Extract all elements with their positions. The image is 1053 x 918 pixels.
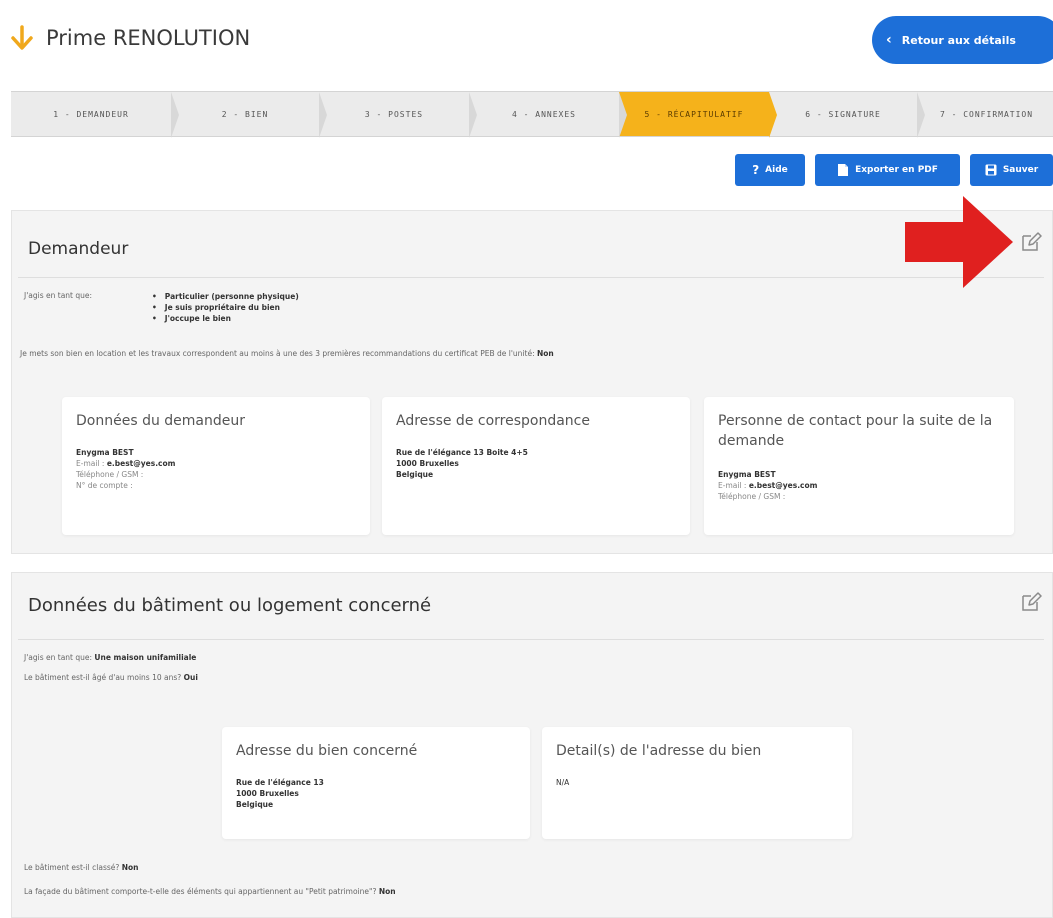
- back-to-details-button[interactable]: ‹ Retour aux détails: [872, 16, 1053, 64]
- card-title: Adresse de correspondance: [396, 413, 590, 429]
- rental-answer: Non: [536, 349, 554, 358]
- address-line: Rue de l'élégance 13 Boite 4+5: [396, 448, 528, 457]
- correspondence-card: Adresse de correspondance Rue de l'éléga…: [382, 397, 690, 535]
- card-title: Personne de contact pour la suite de la …: [718, 413, 993, 449]
- address-line: 1000 Bruxelles: [236, 789, 299, 798]
- acting-as-label: J'agis en tant que:: [24, 291, 93, 300]
- address-line: Belgique: [236, 800, 274, 809]
- demandeur-panel: Demandeur J'agis en tant que: Particulie…: [11, 210, 1053, 554]
- applicant-name: Enygma BEST: [76, 448, 134, 457]
- step-label: 4 - ANNEXES: [512, 109, 576, 119]
- step-label: 5 - RÉCAPITULATIF: [644, 109, 744, 119]
- contact-card: Personne de contact pour la suite de la …: [704, 397, 1014, 535]
- acting-as-label: J'agis en tant que:: [24, 653, 93, 662]
- red-arrow-icon: [905, 196, 1013, 288]
- page-header: Prime RENOLUTION ‹ Retour aux détails: [0, 0, 1053, 80]
- details-value: N/A: [556, 778, 570, 787]
- step-signature[interactable]: 6 - SIGNATURE: [769, 92, 925, 138]
- heritage-row: La façade du bâtiment comporte-t-elle de…: [24, 887, 396, 896]
- step-label: 1 - DEMANDEUR: [53, 109, 129, 119]
- question-icon: ?: [752, 163, 760, 177]
- divider: [18, 639, 1044, 640]
- address-line: Belgique: [396, 470, 434, 479]
- card-body: Enygma BEST E-mail : e.best@yes.com Télé…: [76, 447, 175, 491]
- address-line: 1000 Bruxelles: [396, 459, 459, 468]
- applicant-card: Données du demandeur Enygma BEST E-mail …: [62, 397, 370, 535]
- step-label: 7 - CONFIRMATION: [939, 109, 1034, 119]
- age-row: Le bâtiment est-il âgé d'au moins 10 ans…: [24, 673, 198, 682]
- step-annexes[interactable]: 4 - ANNEXES: [469, 92, 627, 138]
- chevron-left-icon: ‹: [886, 32, 892, 48]
- account-label: N° de compte :: [76, 481, 133, 490]
- address-details-card: Detail(s) de l'adresse du bien N/A: [542, 727, 852, 839]
- email-label: E-mail :: [76, 459, 105, 468]
- help-button[interactable]: ? Aide: [735, 154, 805, 186]
- back-button-label: Retour aux détails: [901, 33, 1016, 47]
- step-demandeur[interactable]: 1 - DEMANDEUR: [11, 92, 179, 138]
- save-label: Sauver: [1002, 165, 1039, 175]
- page-title: Prime RENOLUTION: [46, 26, 251, 50]
- phone-label: Téléphone / GSM :: [76, 470, 144, 479]
- contact-name: Enygma BEST: [718, 470, 776, 479]
- card-title: Adresse du bien concerné: [236, 743, 418, 759]
- classified-row: Le bâtiment est-il classé? Non: [24, 863, 139, 872]
- acting-as-list: Particulier (personne physique) Je suis …: [152, 291, 299, 324]
- email-value: e.best@yes.com: [106, 459, 176, 468]
- email-label: E-mail :: [718, 481, 747, 490]
- wizard-stepper: 1 - DEMANDEUR 2 - BIEN 3 - POSTES 4 - AN…: [11, 91, 1053, 138]
- card-body: Rue de l'élégance 13 1000 Bruxelles Belg…: [236, 777, 324, 810]
- card-title: Données du demandeur: [76, 413, 245, 429]
- edit-icon[interactable]: [1020, 231, 1042, 253]
- heritage-question: La façade du bâtiment comporte-t-elle de…: [24, 887, 377, 896]
- arrow-down-icon: [11, 25, 33, 50]
- step-confirmation[interactable]: 7 - CONFIRMATION: [917, 92, 1053, 136]
- export-pdf-label: Exporter en PDF: [855, 165, 938, 175]
- acting-as-value: Une maison unifamiliale: [94, 653, 197, 662]
- card-body: Enygma BEST E-mail : e.best@yes.com Télé…: [718, 469, 817, 502]
- batiment-panel: Données du bâtiment ou logement concerné…: [11, 572, 1053, 918]
- heritage-answer: Non: [378, 887, 396, 896]
- acting-as-row: J'agis en tant que: Une maison unifamili…: [24, 653, 196, 662]
- batiment-title: Données du bâtiment ou logement concerné: [28, 595, 432, 616]
- demandeur-title: Demandeur: [28, 239, 129, 259]
- step-bien[interactable]: 2 - BIEN: [171, 92, 327, 138]
- step-postes[interactable]: 3 - POSTES: [319, 92, 477, 138]
- property-address-card: Adresse du bien concerné Rue de l'élégan…: [222, 727, 530, 839]
- age-question: Le bâtiment est-il âgé d'au moins 10 ans…: [24, 673, 182, 682]
- help-label: Aide: [765, 165, 788, 175]
- step-label: 3 - POSTES: [364, 109, 424, 119]
- step-label: 6 - SIGNATURE: [805, 109, 881, 119]
- card-title: Detail(s) de l'adresse du bien: [556, 743, 762, 759]
- divider: [18, 277, 1044, 278]
- step-label: 2 - BIEN: [221, 109, 269, 119]
- edit-icon[interactable]: [1020, 591, 1042, 613]
- floppy-disk-icon: [985, 164, 997, 176]
- list-item: J'occupe le bien: [152, 313, 299, 324]
- address-line: Rue de l'élégance 13: [236, 778, 324, 787]
- classified-question: Le bâtiment est-il classé?: [24, 863, 120, 872]
- age-answer: Oui: [183, 673, 198, 682]
- email-value: e.best@yes.com: [748, 481, 818, 490]
- step-recapitulatif[interactable]: 5 - RÉCAPITULATIF: [619, 92, 777, 138]
- list-item: Je suis propriétaire du bien: [152, 302, 299, 313]
- file-icon: [838, 164, 849, 176]
- rental-question: Je mets son bien en location et les trav…: [20, 349, 554, 358]
- card-body: Rue de l'élégance 13 Boite 4+5 1000 Brux…: [396, 447, 528, 480]
- export-pdf-button[interactable]: Exporter en PDF: [815, 154, 960, 186]
- classified-answer: Non: [121, 863, 139, 872]
- card-body: N/A: [556, 777, 569, 788]
- list-item: Particulier (personne physique): [152, 291, 299, 302]
- phone-label: Téléphone / GSM :: [718, 492, 786, 501]
- rental-question-text: Je mets son bien en location et les trav…: [20, 349, 535, 358]
- save-button[interactable]: Sauver: [970, 154, 1053, 186]
